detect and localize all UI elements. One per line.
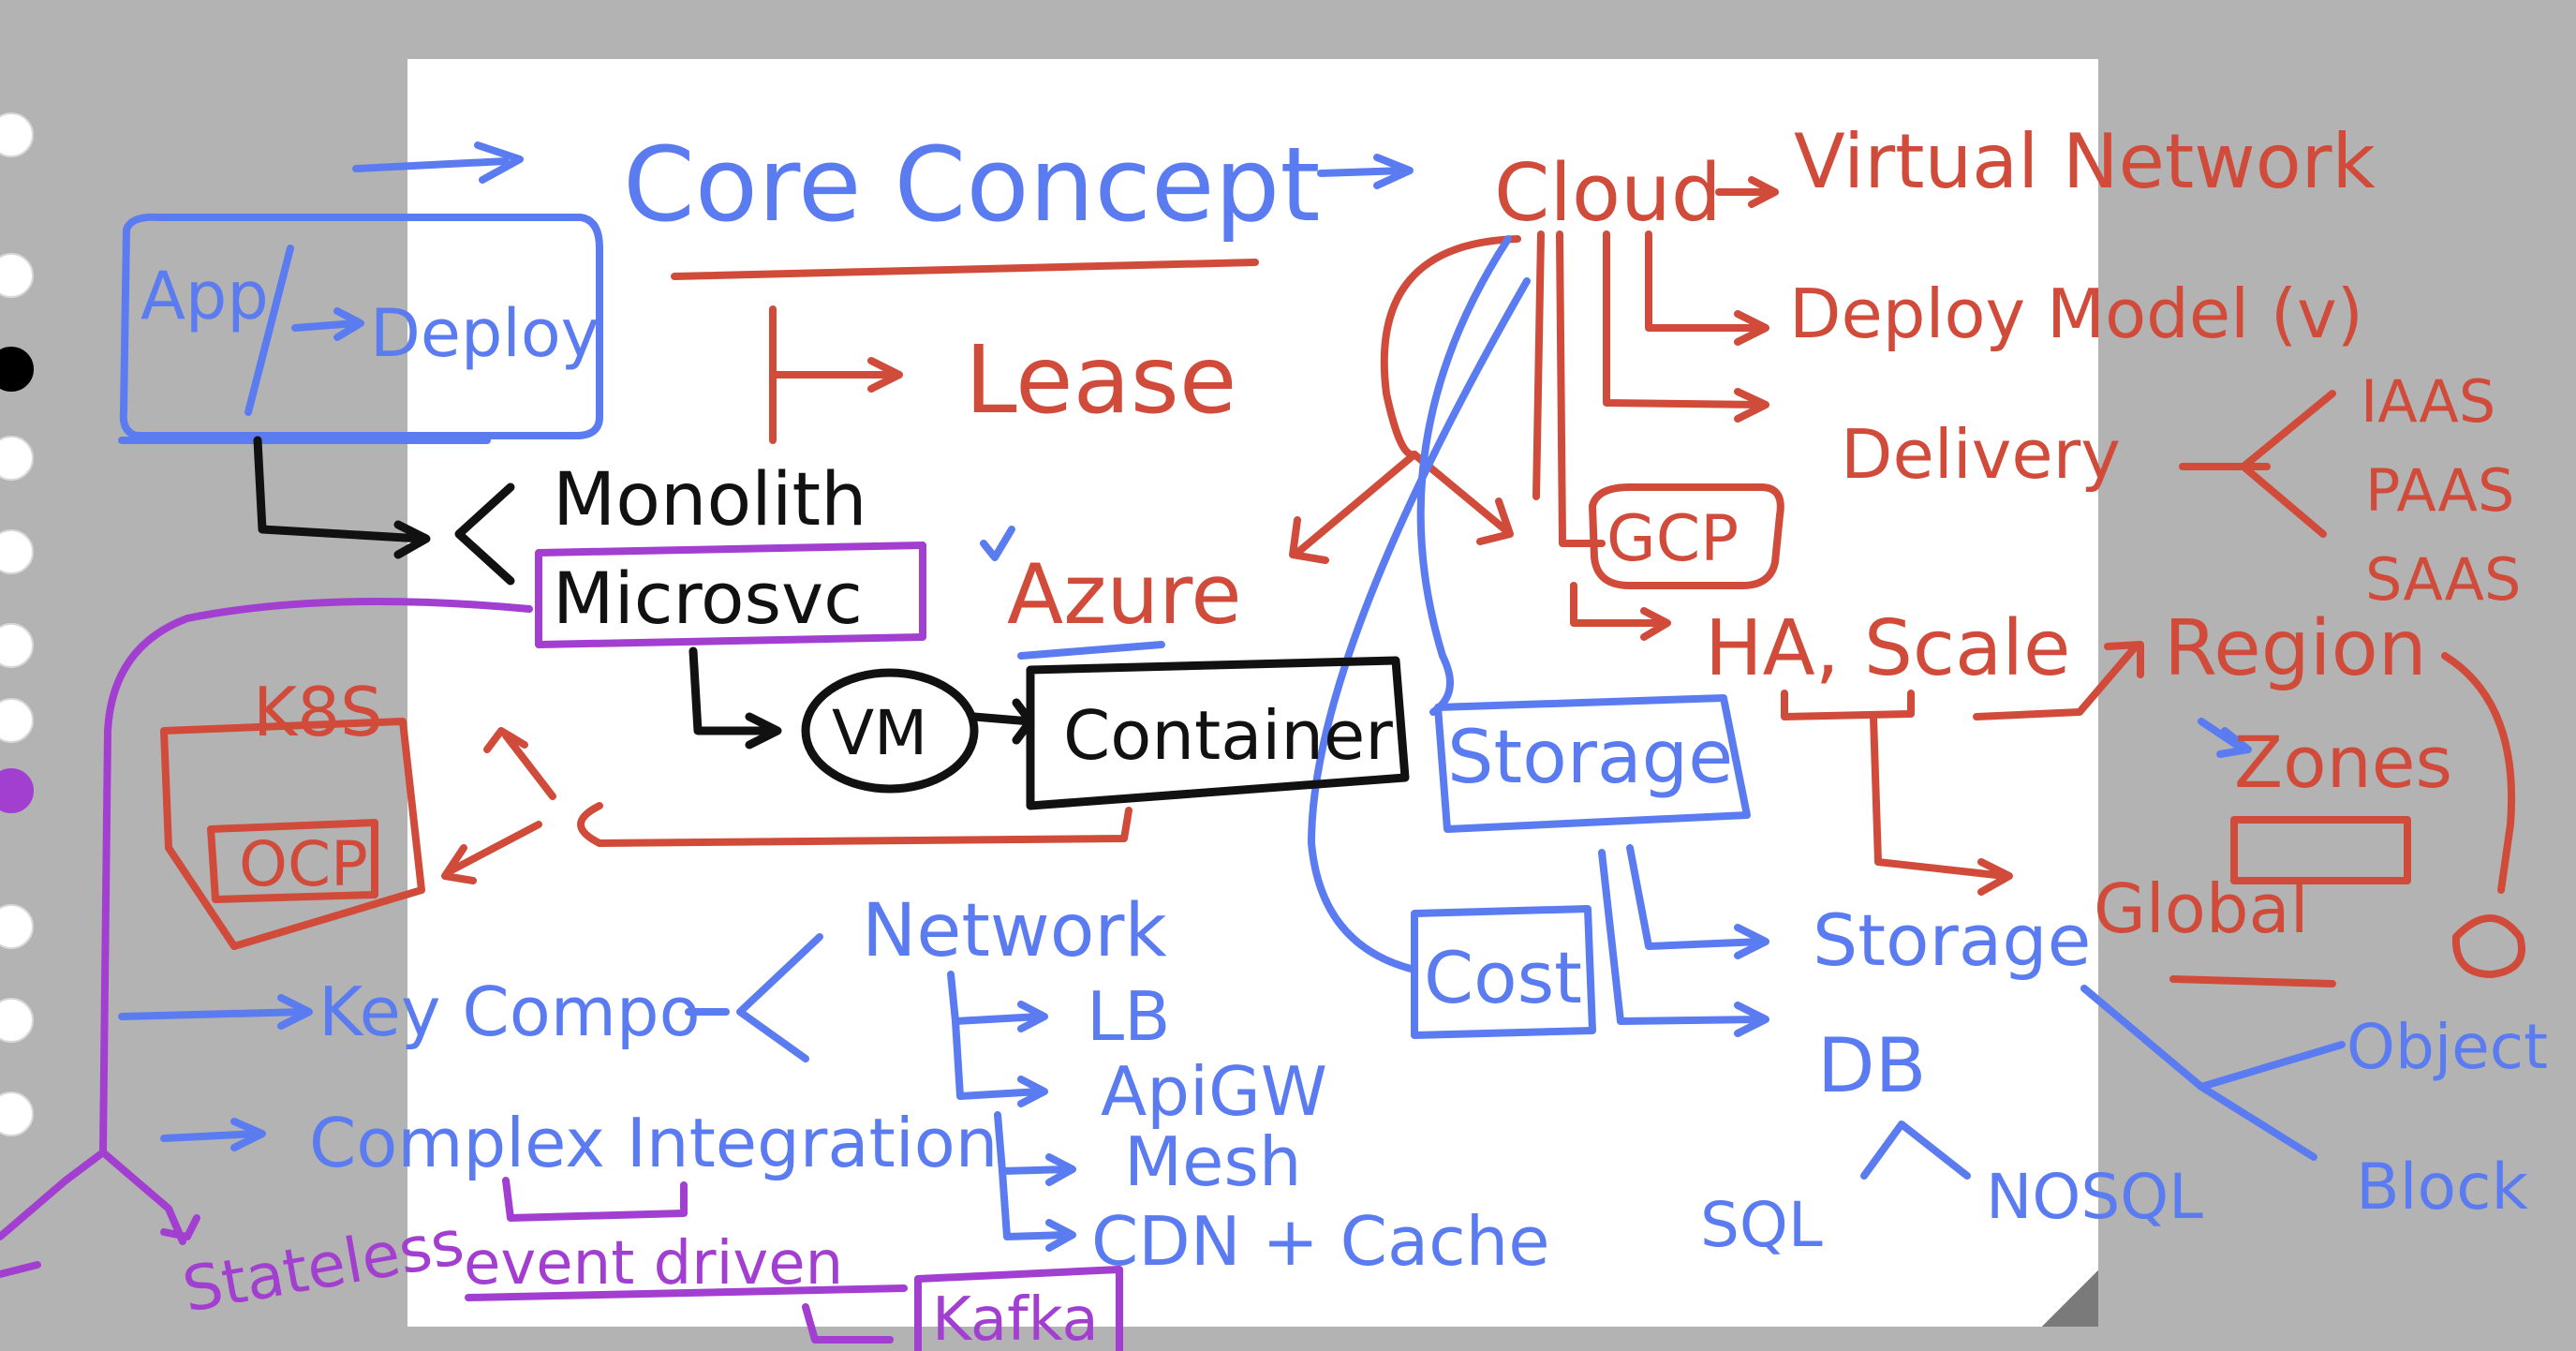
arrow-app-to-deploy (291, 307, 364, 341)
core-concept-underline (671, 259, 1259, 280)
nosql-label: NOSQL (1986, 1161, 2203, 1233)
block-label: Block (2356, 1151, 2529, 1225)
arrow-cloud-to-vnet (1715, 176, 1779, 208)
db-label: DB (1817, 1022, 1926, 1109)
cdn-cache-label: CDN + Cache (1091, 1202, 1550, 1281)
storage-box-label: Storage (1447, 716, 1733, 800)
arrow-to-kafka (802, 1303, 894, 1344)
complex-integration-label: Complex Integration (309, 1104, 998, 1182)
arrow-to-storage (1626, 844, 1769, 959)
ha-scale-label: HA, Scale (1705, 604, 2071, 693)
global-label: Global (2094, 869, 2309, 948)
arrow-to-lease (769, 305, 903, 444)
mesh-label: Mesh (1124, 1122, 1302, 1201)
key-compo-label: Key Compo (318, 972, 701, 1051)
lb-label: LB (1087, 977, 1171, 1056)
object-label: Object (2347, 1011, 2548, 1083)
cost-label: Cost (1424, 936, 1582, 1019)
arrow-to-apigw (952, 1017, 1048, 1107)
arrow-to-lb (947, 971, 1048, 1032)
microsvc-label: Microsvc (553, 557, 863, 640)
arrow-to-vm (688, 646, 782, 750)
arrow-to-core-concept (352, 141, 524, 184)
arrow-to-complex-integration (160, 1118, 266, 1151)
arrow-core-to-cloud (1317, 154, 1414, 189)
deploy-model-label: Deploy Model (v) (1789, 275, 2363, 353)
region-curve (2441, 652, 2516, 894)
arrow-to-key-compo (118, 994, 313, 1030)
whiteboard-canvas[interactable]: Core Concept Lease Cloud Virtual Network… (0, 0, 2576, 1351)
global-underline (2169, 975, 2336, 987)
arrow-to-cdn (999, 1167, 1076, 1252)
blue-loop-1 (1416, 235, 1512, 716)
purple-stub (0, 1261, 41, 1278)
core-concept-label: Core Concept (623, 125, 1321, 245)
blue-loop-2 (1308, 277, 1531, 973)
arrow-to-ocp (441, 821, 542, 884)
storage-label: Storage (1813, 898, 2091, 982)
iaas-label: IAAS (2361, 367, 2495, 436)
arrow-up-k8s (483, 727, 556, 800)
stateless-label: Stateless (177, 1206, 468, 1326)
zones-label: Zones (2234, 720, 2452, 804)
arrow-vm-to-container (970, 698, 1035, 745)
complex-integration-bracket (502, 1177, 688, 1222)
arrow-to-ha-scale (1570, 582, 1671, 641)
deploy-label: Deploy (370, 295, 600, 372)
ocp-label: OCP (239, 828, 368, 900)
delivery-fork (2179, 390, 2336, 538)
arrow-to-deploy-model (1645, 230, 1769, 346)
vm-label: VM (832, 697, 927, 769)
network-label: Network (862, 889, 1167, 973)
key-compo-fork (685, 933, 823, 1062)
delivery-label: Delivery (1841, 415, 2121, 494)
sql-label: SQL (1700, 1189, 1823, 1261)
cloud-down-line (1532, 230, 1545, 500)
ha-scale-branches (1781, 690, 2013, 896)
arrow-to-mesh (994, 1111, 1076, 1186)
small-loop (2451, 914, 2525, 978)
architecture-fork (454, 482, 515, 586)
container-label: Container (1063, 696, 1393, 775)
db-fork (1860, 1121, 1971, 1180)
gcp-label: GCP (1606, 502, 1739, 576)
k8s-label: K8S (253, 673, 383, 751)
azure-underline (1017, 641, 1165, 660)
arrow-to-azure (1289, 451, 1418, 564)
storage-fork (2080, 985, 2346, 1161)
virtual-network-label: Virtual Network (1794, 118, 2376, 205)
cloud-label: Cloud (1494, 147, 1722, 240)
paas-label: PAAS (2365, 456, 2514, 525)
lease-label: Lease (965, 325, 1236, 435)
monolith-label: Monolith (553, 458, 867, 542)
arrow-container-to-k8s (577, 802, 1133, 847)
app-label: App (141, 258, 269, 334)
region-label: Region (2164, 604, 2427, 693)
azure-label: Azure (1007, 546, 1242, 643)
arrow-to-architecture (253, 436, 431, 559)
apigw-label: ApiGW (1101, 1052, 1327, 1131)
handwritten-diagram: Core Concept Lease Cloud Virtual Network… (0, 118, 2548, 1351)
kafka-label: Kafka (932, 1285, 1099, 1351)
